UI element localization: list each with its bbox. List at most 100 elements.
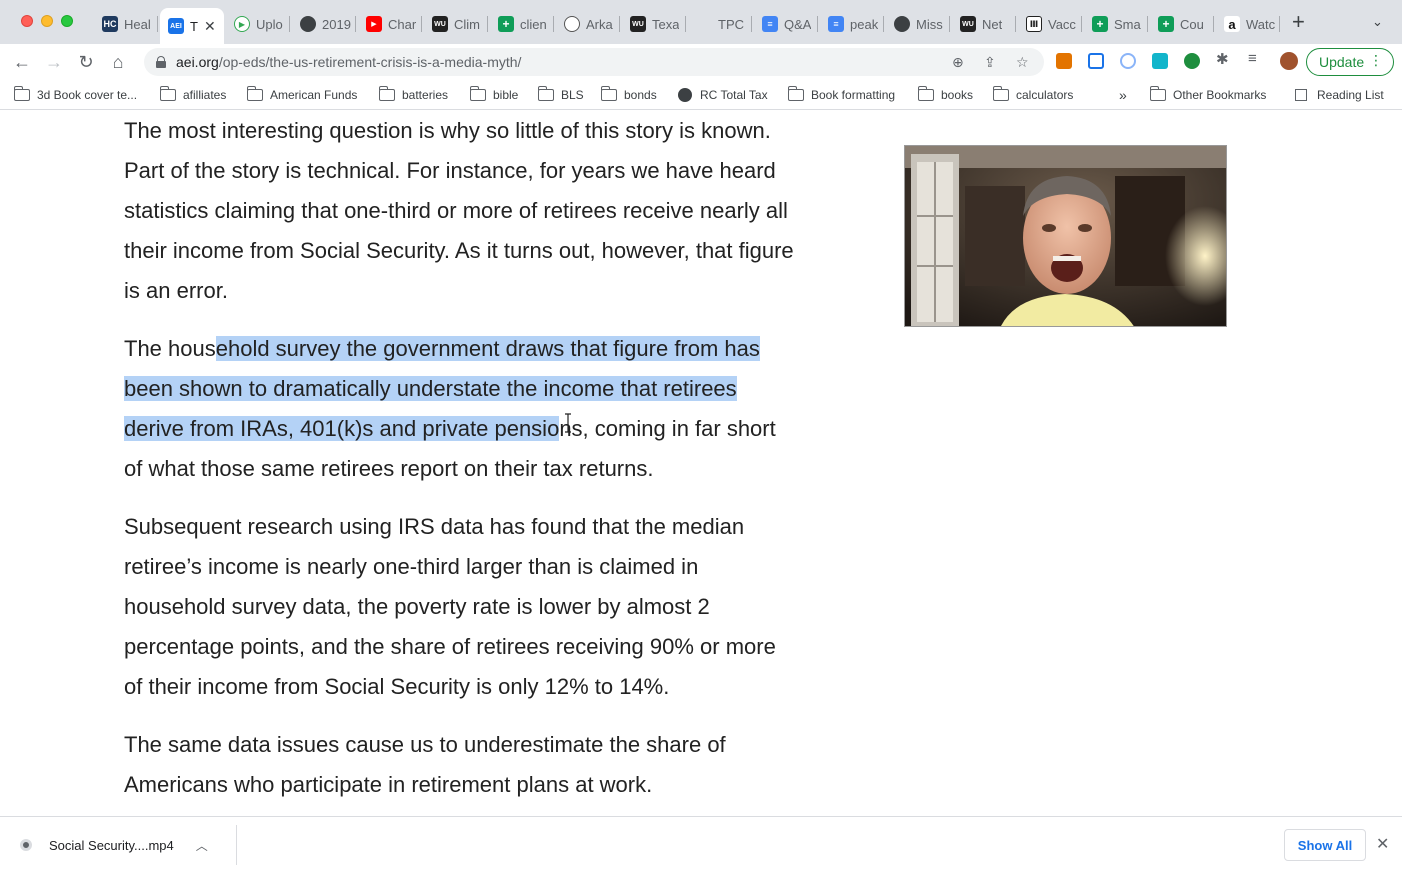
extensions-puzzle-icon[interactable]: ✱	[1216, 50, 1232, 68]
tab-miss[interactable]: Miss	[886, 8, 950, 40]
tab-title: Q&A	[784, 16, 812, 32]
tab-vacc[interactable]: Ⅲ Vacc	[1018, 8, 1082, 40]
zoom-icon[interactable]: ⊕	[952, 54, 964, 71]
tab-title: Watc	[1246, 16, 1276, 32]
article-paragraph: Subsequent research using IRS data has f…	[124, 514, 776, 699]
tab-qa[interactable]: ≡ Q&A	[754, 8, 818, 40]
bookmark-folder[interactable]: 3d Book cover te...	[14, 85, 137, 105]
tab-2019[interactable]: 2019	[292, 8, 356, 40]
folder-icon	[470, 86, 486, 101]
more-menu-icon[interactable]: ⋮	[1369, 52, 1383, 69]
tab-peak[interactable]: ≡ peak	[820, 8, 884, 40]
tab-texa[interactable]: WU Texa	[622, 8, 686, 40]
bookmark-link[interactable]: RC Total Tax	[678, 85, 768, 105]
article-paragraph: The most interesting question is why so …	[124, 118, 794, 303]
bookmarks-bar: 3d Book cover te... afilliates American …	[0, 80, 1402, 110]
tab-title: 2019	[322, 16, 351, 32]
address-bar[interactable]: aei.org/op-eds/the-us-retirement-crisis-…	[144, 48, 1044, 76]
other-bookmarks[interactable]: Other Bookmarks	[1150, 85, 1266, 105]
update-label: Update	[1319, 54, 1365, 70]
text-cursor-icon	[565, 413, 571, 433]
hc-favicon-icon: HC	[102, 16, 118, 32]
extension-green-icon[interactable]	[1184, 53, 1200, 69]
tab-uplo[interactable]: ▶ Uplo	[226, 8, 290, 40]
tab-title: Texa	[652, 16, 680, 32]
bookmark-folder[interactable]: batteries	[379, 85, 448, 105]
folder-icon	[538, 86, 554, 101]
folder-icon	[601, 86, 617, 101]
folder-icon	[1150, 86, 1166, 101]
tab-active-aei[interactable]: AEI T ✕	[160, 8, 224, 44]
bookmark-folder[interactable]: bonds	[601, 85, 657, 105]
bookmark-label: RC Total Tax	[700, 88, 768, 102]
close-tab-icon[interactable]: ✕	[204, 18, 216, 35]
chevron-up-icon[interactable]: ︿	[196, 837, 208, 854]
extension-circle-icon[interactable]	[1120, 53, 1136, 69]
sheets-icon: +	[1158, 16, 1174, 32]
tab-net[interactable]: WU Net	[952, 8, 1016, 40]
browser-toolbar: ← → ↻ ⌂ aei.org/op-eds/the-us-retirement…	[0, 44, 1402, 80]
tab-watc[interactable]: a Watc	[1216, 8, 1280, 40]
tab-title: T	[190, 18, 198, 34]
forward-button[interactable]: →	[42, 50, 66, 74]
window-close-button[interactable]	[21, 15, 33, 27]
presenter-video-image	[905, 146, 1226, 326]
webcam-video-overlay	[904, 145, 1227, 327]
bookmark-folder[interactable]: calculators	[993, 85, 1073, 105]
tab-clien[interactable]: + clien	[490, 8, 554, 40]
bookmark-label: books	[941, 88, 974, 102]
tab-clim[interactable]: WU Clim	[424, 8, 488, 40]
bookmark-star-icon[interactable]: ☆	[1016, 54, 1029, 71]
reload-button[interactable]: ↻	[74, 50, 98, 74]
window-minimize-button[interactable]	[41, 15, 53, 27]
profile-avatar[interactable]	[1280, 52, 1298, 70]
close-icon[interactable]: ✕	[1376, 834, 1389, 854]
docs-icon: ≡	[828, 16, 844, 32]
folder-icon	[14, 86, 30, 101]
amazon-icon: a	[1224, 16, 1240, 32]
tab-title: Arka	[586, 16, 613, 32]
bookmark-label: bible	[493, 88, 519, 102]
bookmark-folder[interactable]: bible	[470, 85, 518, 105]
tab-title: clien	[520, 16, 547, 32]
extension-blue-grid-icon[interactable]	[1088, 53, 1104, 69]
home-button[interactable]: ⌂	[106, 50, 130, 74]
extension-orange-icon[interactable]	[1056, 53, 1072, 69]
lock-icon[interactable]	[156, 56, 166, 68]
extension-cloud-icon[interactable]	[1152, 53, 1168, 69]
wu-favicon-icon: WU	[960, 16, 976, 32]
bookmark-folder[interactable]: American Funds	[247, 85, 357, 105]
paragraph-text: The hous	[124, 336, 216, 361]
reading-list[interactable]: Reading List	[1295, 85, 1384, 105]
bookmark-folder[interactable]: BLS	[538, 85, 584, 105]
update-button[interactable]: Update ⋮	[1306, 48, 1394, 76]
bookmarks-overflow-button[interactable]: »	[1119, 85, 1127, 105]
tab-heal[interactable]: HC Heal	[94, 8, 158, 40]
aei-favicon-icon: AEI	[168, 18, 184, 34]
bookmark-folder[interactable]: afilliates	[160, 85, 226, 105]
tab-arka[interactable]: Arka	[556, 8, 620, 40]
divider	[236, 825, 237, 865]
article-paragraph: The same data issues cause us to underes…	[124, 732, 726, 797]
bookmark-folder[interactable]: Book formatting	[788, 85, 895, 105]
wu-favicon-icon: WU	[630, 16, 646, 32]
article-paragraph-selected: The household survey the government draw…	[124, 329, 794, 489]
tab-sma[interactable]: + Sma	[1084, 8, 1148, 40]
download-item[interactable]: Social Security....mp4 ︿	[20, 831, 208, 859]
url-text: aei.org/op-eds/the-us-retirement-crisis-…	[176, 54, 521, 70]
tab-tpc[interactable]: TPC	[688, 8, 752, 40]
tab-char[interactable]: ▶ Char	[358, 8, 422, 40]
tab-strip: HC Heal AEI T ✕ ▶ Uplo 2019 ▶ Char WU Cl…	[0, 0, 1402, 44]
share-icon[interactable]: ⇪	[984, 54, 996, 71]
tab-search-chevron-icon[interactable]: ⌄	[1372, 14, 1383, 30]
back-button[interactable]: ←	[10, 50, 34, 74]
media-queue-icon[interactable]: ≡	[1248, 50, 1264, 67]
download-bar: Social Security....mp4 ︿ Show All ✕	[0, 816, 1402, 872]
new-tab-button[interactable]: +	[1292, 11, 1305, 33]
tab-title: Cou	[1180, 16, 1204, 32]
window-maximize-button[interactable]	[61, 15, 73, 27]
bookmark-folder[interactable]: books	[918, 85, 973, 105]
show-all-button[interactable]: Show All	[1284, 829, 1366, 861]
tab-cou[interactable]: + Cou	[1150, 8, 1214, 40]
reading-list-label: Reading List	[1317, 88, 1384, 102]
